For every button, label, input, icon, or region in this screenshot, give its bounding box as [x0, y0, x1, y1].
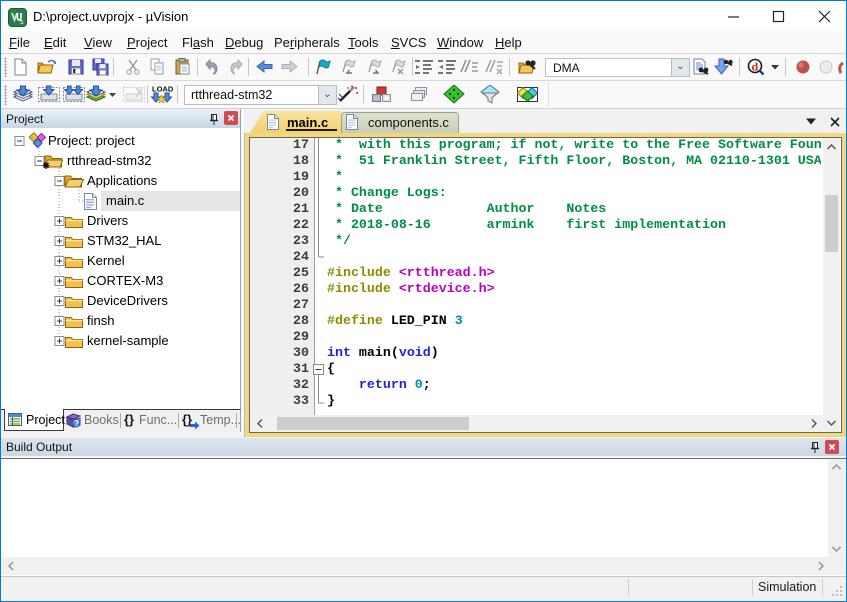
- svg-text:s: s: [20, 19, 24, 26]
- svg-text:LOAD: LOAD: [152, 85, 174, 94]
- svg-text:?: ?: [74, 419, 79, 428]
- svg-text:d: d: [752, 60, 759, 74]
